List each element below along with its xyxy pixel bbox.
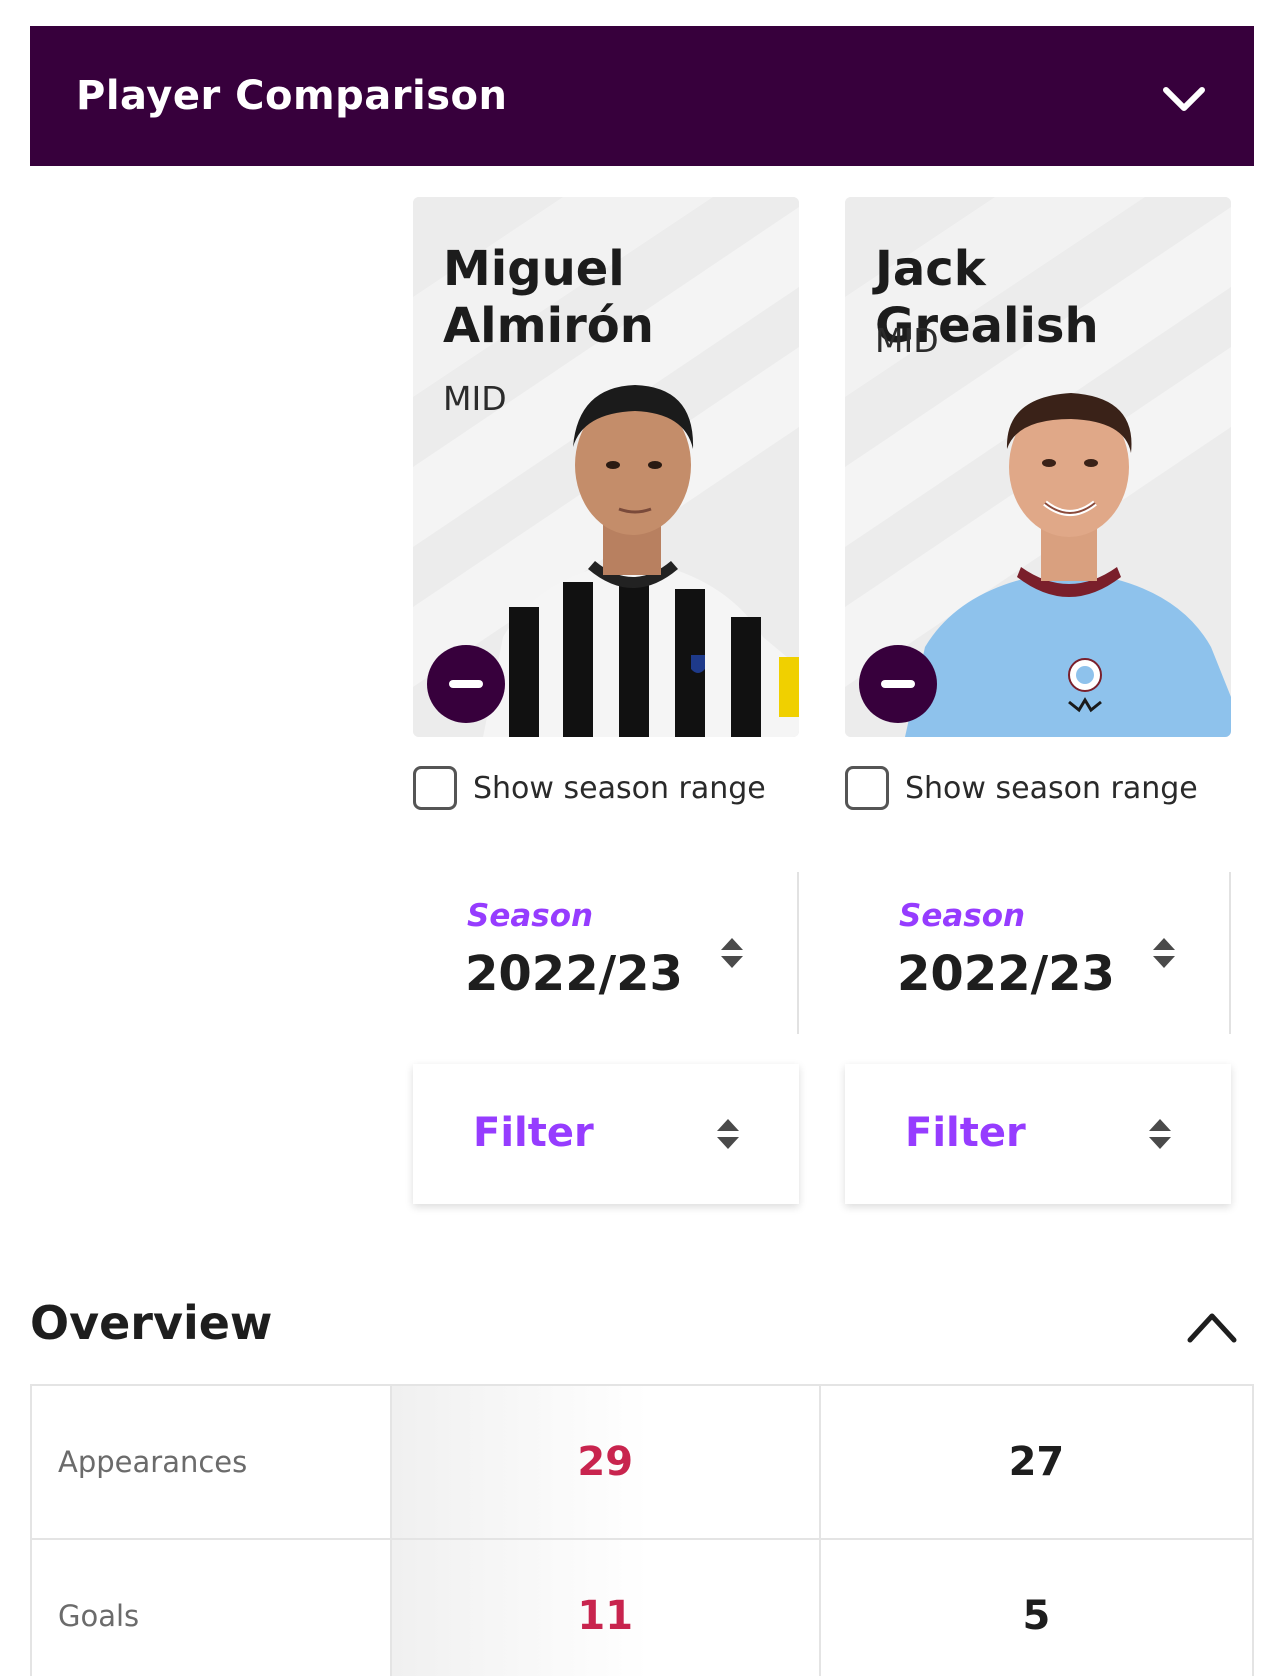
player-name: Miguel Almirón (443, 241, 654, 354)
stat-value-player-2: 27 (818, 1384, 1255, 1540)
stat-value-player-1: 29 (389, 1384, 821, 1540)
stat-value-player-2: 5 (818, 1538, 1255, 1676)
player-card-2: Jack Grealish MID (845, 197, 1231, 737)
season-label: Season (467, 898, 594, 934)
sort-arrows-icon (1149, 1119, 1171, 1149)
filter-label: Filter (473, 1110, 594, 1156)
show-season-range-toggle-1[interactable]: Show season range (413, 766, 766, 810)
season-value: 2022/23 (465, 946, 683, 1002)
player-card-1: Miguel Almirón MID (413, 197, 799, 737)
filter-select-2[interactable]: Filter (845, 1064, 1231, 1204)
sort-arrows-icon (1153, 938, 1175, 968)
stat-label: Goals (30, 1538, 392, 1676)
chevron-up-icon[interactable] (1184, 1306, 1240, 1348)
player-position: MID (875, 321, 939, 360)
table-row: Goals 11 5 (30, 1538, 1255, 1676)
sort-arrows-icon (717, 1119, 739, 1149)
player-position: MID (443, 379, 507, 418)
overview-stats-table: Appearances 29 27 Goals 11 5 (30, 1384, 1255, 1676)
table-row: Appearances 29 27 (30, 1384, 1255, 1540)
stat-label: Appearances (30, 1384, 392, 1540)
season-range-label: Show season range (905, 770, 1198, 806)
show-season-range-toggle-2[interactable]: Show season range (845, 766, 1198, 810)
filter-select-1[interactable]: Filter (413, 1064, 799, 1204)
comparison-header[interactable]: Player Comparison (30, 26, 1254, 166)
season-range-checkbox[interactable] (845, 766, 889, 810)
page-title: Player Comparison (76, 73, 508, 119)
remove-player-button[interactable] (859, 645, 937, 723)
player-comparison-page: Player Comparison Miguel Almirón MID Jac… (0, 0, 1284, 1676)
filter-label: Filter (905, 1110, 1026, 1156)
chevron-down-icon[interactable] (1160, 74, 1208, 122)
season-range-checkbox[interactable] (413, 766, 457, 810)
season-range-label: Show season range (473, 770, 766, 806)
sort-arrows-icon (721, 938, 743, 968)
remove-player-button[interactable] (427, 645, 505, 723)
overview-title: Overview (30, 1296, 273, 1350)
season-select-1[interactable]: Season 2022/23 (413, 872, 799, 1034)
stat-value-player-1: 11 (389, 1538, 821, 1676)
season-label: Season (899, 898, 1026, 934)
season-value: 2022/23 (897, 946, 1115, 1002)
season-select-2[interactable]: Season 2022/23 (845, 872, 1231, 1034)
